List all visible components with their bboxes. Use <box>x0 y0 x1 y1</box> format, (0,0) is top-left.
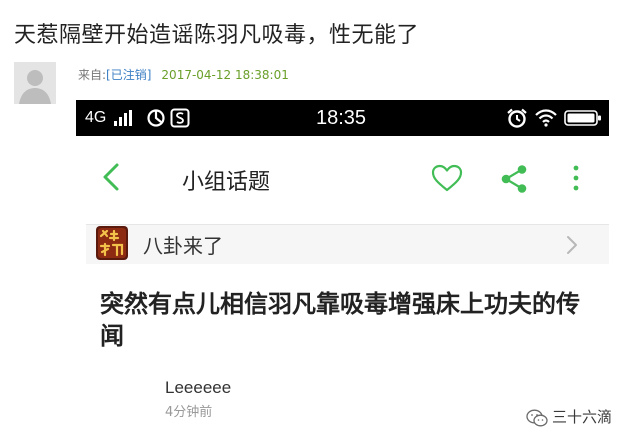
comment-time: 4分钟前 <box>165 405 213 420</box>
default-avatar-icon <box>14 62 56 104</box>
wechat-icon <box>526 409 548 427</box>
watermark-text: 三十六滴 <box>552 408 613 426</box>
group-avatar-icon <box>96 226 128 260</box>
comment-author[interactable]: Leeeeee <box>165 378 231 398</box>
heart-icon[interactable] <box>431 164 463 192</box>
status-time: 18:35 <box>316 107 367 129</box>
topic-title: 突然有点儿相信羽凡靠吸毒增强床上功夫的传闻 <box>100 290 580 350</box>
battery-icon <box>564 110 601 126</box>
chevron-right-icon <box>567 236 577 254</box>
from-status-link[interactable]: [已注销] <box>106 68 151 82</box>
group-link[interactable]: 八卦来了 <box>86 224 609 264</box>
post-title: 天惹隔壁开始造谣陈羽凡吸毒，性无能了 <box>14 23 420 48</box>
phone-screenshot: 4G 18:35 小组话题 八卦来了 突然有点儿相信羽凡靠吸毒增强床上功夫的传闻… <box>76 100 609 446</box>
wifi-icon <box>535 109 557 127</box>
user-avatar[interactable] <box>14 62 56 104</box>
back-arrow-icon[interactable] <box>98 162 126 192</box>
nav-title: 小组话题 <box>182 170 271 195</box>
more-icon[interactable] <box>572 164 580 192</box>
post-meta: 来自:[已注销] 2017-04-12 18:38:01 <box>78 66 289 83</box>
alarm-icon <box>507 108 527 128</box>
network-type: 4G <box>85 109 107 126</box>
status-bar: 4G 18:35 <box>76 100 609 136</box>
group-name: 八卦来了 <box>143 234 223 258</box>
post-date: 2017-04-12 18:38:01 <box>161 68 289 82</box>
app-notification-icon <box>147 109 165 127</box>
share-icon[interactable] <box>500 164 528 194</box>
from-label: 来自: <box>78 68 107 82</box>
signal-icon <box>114 110 132 126</box>
navigation-bar: 小组话题 <box>76 136 609 224</box>
app-s-icon <box>170 108 190 128</box>
